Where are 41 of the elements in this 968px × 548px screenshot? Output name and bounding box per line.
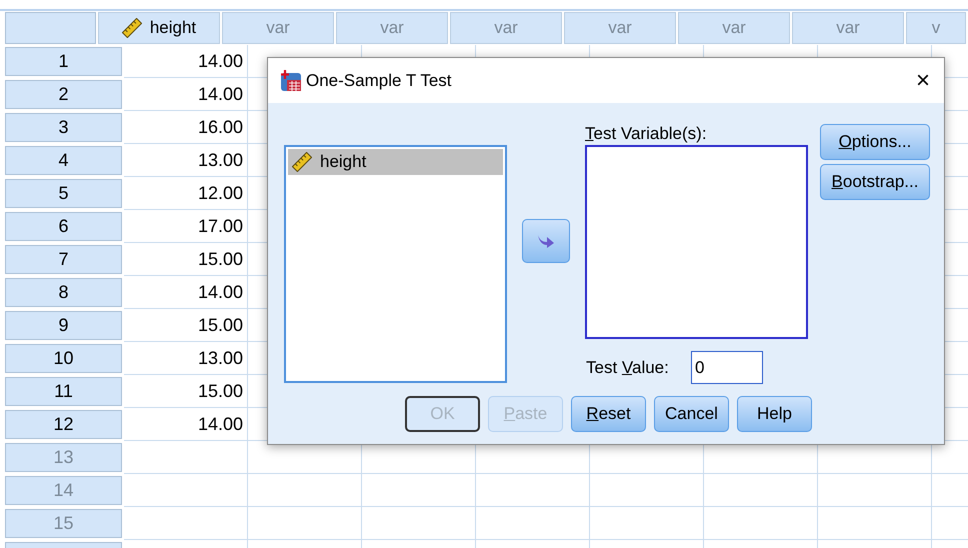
row-header[interactable]: 9 [5, 311, 122, 340]
table-cell: 15.00 [124, 309, 248, 342]
list-item[interactable]: height [288, 149, 503, 175]
row-header[interactable]: 2 [5, 80, 122, 109]
dialog-button[interactable]: Help [737, 396, 812, 432]
move-button[interactable] [522, 219, 570, 263]
row-header[interactable]: 8 [5, 278, 122, 307]
table-cell: 13.00 [124, 144, 248, 177]
column-header[interactable]: height [98, 12, 220, 44]
window-title: One-Sample T Test [306, 70, 452, 92]
arrow-icon [537, 233, 555, 249]
field-label: Test Variable(s): [585, 123, 708, 145]
row-header[interactable]: 1 [5, 47, 122, 76]
dialog-button[interactable]: Reset [571, 396, 646, 432]
table-cell: 14.00 [124, 408, 248, 441]
table-cell: 14.00 [124, 276, 248, 309]
row-header[interactable]: 10 [5, 344, 122, 373]
dialog-button[interactable]: Cancel [654, 396, 729, 432]
table-cell: 14.00 [124, 45, 248, 78]
test-variable-list[interactable] [585, 145, 808, 339]
field-label: Test Value: [586, 356, 670, 379]
row-header[interactable]: 12 [5, 410, 122, 439]
table-cell: 13.00 [124, 342, 248, 375]
table-cell: 12.00 [124, 177, 248, 210]
row-header[interactable]: 7 [5, 245, 122, 274]
test-value-field[interactable]: 0 [691, 351, 763, 384]
row-header[interactable]: 3 [5, 113, 122, 142]
table-cell: 15.00 [124, 375, 248, 408]
row-header[interactable]: 11 [5, 377, 122, 406]
row-header[interactable]: 6 [5, 212, 122, 241]
row-header[interactable]: 4 [5, 146, 122, 175]
side-button[interactable]: Bootstrap... [820, 164, 930, 200]
side-button[interactable]: Options... [820, 124, 930, 160]
variable-list[interactable]: height [284, 145, 507, 383]
table-cell: 17.00 [124, 210, 248, 243]
table-cell: 14.00 [124, 78, 248, 111]
table-cell: 15.00 [124, 243, 248, 276]
row-header[interactable]: 5 [5, 179, 122, 208]
table-icon [280, 70, 302, 92]
close-button[interactable]: × [916, 68, 930, 92]
table-cell: 16.00 [124, 111, 248, 144]
